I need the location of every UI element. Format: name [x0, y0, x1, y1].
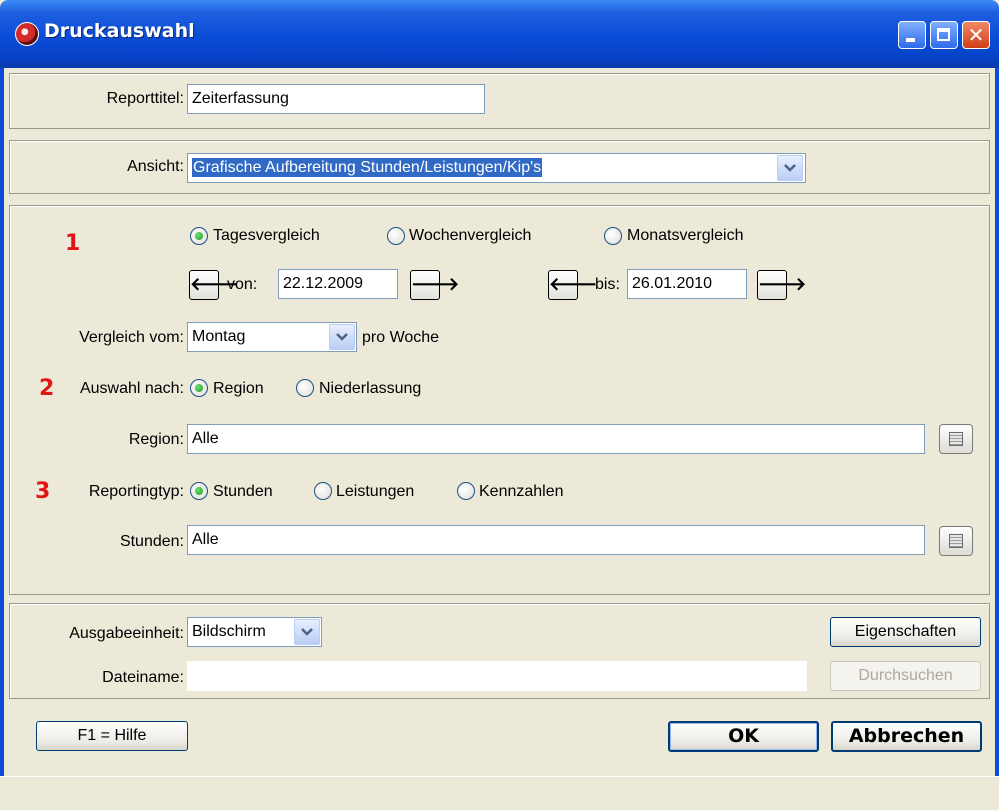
list-icon — [949, 534, 963, 548]
radio-leistungen-label: Leistungen — [336, 483, 415, 500]
report-title-input[interactable]: Zeiterfassung — [187, 84, 485, 114]
bis-date-input[interactable]: 26.01.2010 — [627, 269, 747, 299]
arrow-right-icon: 🡒 — [411, 274, 460, 295]
stunden-label: Stunden: — [119, 533, 184, 550]
step-marker-1: 1 — [65, 231, 81, 256]
cancel-button[interactable]: Abbrechen — [831, 721, 982, 752]
radio-monatsvergleich[interactable] — [604, 227, 622, 245]
von-next-button[interactable]: 🡒 — [410, 270, 460, 300]
view-dropdown-button[interactable] — [777, 155, 803, 181]
stunden-lookup-button[interactable] — [939, 526, 973, 556]
view-select[interactable]: Grafische Aufbereitung Stunden/Leistunge… — [187, 153, 806, 183]
view-select-value: Grafische Aufbereitung Stunden/Leistunge… — [192, 158, 543, 177]
radio-stunden-label: Stunden — [213, 483, 273, 500]
von-prev-button[interactable]: 🡐 — [189, 270, 239, 300]
radio-niederlassung-label: Niederlassung — [319, 380, 422, 397]
radio-leistungen[interactable] — [314, 482, 332, 500]
list-icon — [949, 432, 963, 446]
radio-kennzahlen[interactable] — [457, 482, 475, 500]
minimize-icon — [906, 38, 915, 42]
maximize-button[interactable] — [930, 21, 958, 49]
chevron-down-icon — [336, 333, 348, 341]
radio-tagesvergleich[interactable] — [190, 227, 208, 245]
radio-kennzahlen-label: Kennzahlen — [479, 483, 564, 500]
dateiname-label: Dateiname: — [102, 669, 184, 686]
von-label: von: — [227, 276, 258, 293]
stunden-input[interactable]: Alle — [187, 525, 925, 555]
chevron-down-icon — [784, 164, 796, 172]
status-bar — [0, 776, 999, 810]
vergleich-label: Vergleich vom: — [79, 329, 184, 346]
bis-label: bis: — [595, 276, 620, 293]
reportingtyp-label: Reportingtyp: — [88, 483, 184, 500]
pro-woche-label: pro Woche — [362, 329, 440, 346]
ok-button[interactable]: OK — [668, 721, 819, 752]
close-icon: ✕ — [967, 23, 985, 47]
region-lookup-button[interactable] — [939, 424, 973, 454]
window-title: Druckauswahl — [44, 20, 195, 42]
view-label: Ansicht: — [127, 158, 184, 175]
report-title-label: Reporttitel: — [106, 90, 184, 107]
ausgabe-dropdown-button[interactable] — [294, 619, 320, 645]
help-button[interactable]: F1 = Hilfe — [36, 721, 188, 751]
radio-wochenvergleich[interactable] — [387, 227, 405, 245]
radio-stunden[interactable] — [190, 482, 208, 500]
dateiname-input[interactable] — [187, 661, 807, 691]
radio-niederlassung[interactable] — [296, 379, 314, 397]
arrow-right-icon: 🡒 — [758, 274, 807, 295]
von-date-input[interactable]: 22.12.2009 — [278, 269, 398, 299]
region-input[interactable]: Alle — [187, 424, 925, 454]
region-label: Region: — [128, 431, 184, 448]
bis-prev-button[interactable]: 🡐 — [548, 270, 598, 300]
maximize-icon — [937, 28, 950, 41]
chevron-down-icon — [301, 628, 313, 636]
app-shield-icon — [15, 22, 39, 46]
radio-region[interactable] — [190, 379, 208, 397]
auswahl-label: Auswahl nach: — [79, 380, 184, 397]
arrow-left-icon: 🡐 — [549, 274, 598, 295]
minimize-button[interactable] — [898, 21, 926, 49]
eigenschaften-button[interactable]: Eigenschaften — [830, 617, 981, 647]
window-border-right — [995, 68, 999, 809]
radio-tagesvergleich-label: Tagesvergleich — [213, 227, 320, 244]
window-border-left — [0, 68, 4, 809]
radio-monatsvergleich-label: Monatsvergleich — [627, 227, 744, 244]
ausgabe-label: Ausgabeeinheit: — [69, 625, 184, 642]
close-button[interactable]: ✕ — [962, 21, 990, 49]
durchsuchen-button[interactable]: Durchsuchen — [830, 661, 981, 691]
radio-region-label: Region — [213, 380, 264, 397]
bis-next-button[interactable]: 🡒 — [757, 270, 807, 300]
vergleich-dropdown-button[interactable] — [329, 324, 355, 350]
arrow-left-icon: 🡐 — [190, 274, 239, 295]
radio-wochenvergleich-label: Wochenvergleich — [409, 227, 532, 244]
